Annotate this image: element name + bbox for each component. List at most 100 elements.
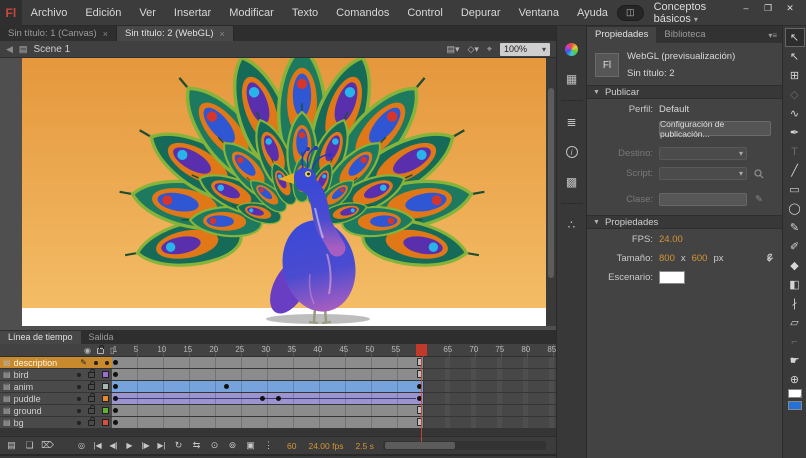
- modify-markers-button[interactable]: ⋮: [261, 440, 276, 451]
- stroke-color-swatch[interactable]: [787, 389, 802, 398]
- current-frame-value[interactable]: 60: [287, 441, 296, 451]
- layer-name[interactable]: bg: [14, 418, 24, 428]
- visibility-dot[interactable]: [77, 372, 81, 377]
- playhead-marker[interactable]: [415, 344, 427, 356]
- menu-ayuda[interactable]: Ayuda: [568, 0, 617, 26]
- tab-linea-de-tiempo[interactable]: Línea de tiempo: [0, 331, 81, 344]
- oval-tool[interactable]: ◯: [785, 199, 805, 218]
- paint-bucket-tool[interactable]: ◧: [785, 275, 805, 294]
- restore-button[interactable]: ❐: [758, 0, 778, 16]
- delete-layer-button[interactable]: ⌦: [40, 440, 55, 451]
- free-transform-tool[interactable]: ⊞: [785, 66, 805, 85]
- layer-name[interactable]: anim: [14, 382, 34, 392]
- lock-icon[interactable]: [88, 416, 95, 426]
- lock-icon[interactable]: [88, 404, 95, 414]
- brush-tool[interactable]: ✐: [785, 237, 805, 256]
- stage-canvas[interactable]: [22, 58, 546, 326]
- menu-modificar[interactable]: Modificar: [220, 0, 283, 26]
- edit-symbol-button[interactable]: ◇▾: [467, 44, 478, 55]
- menu-ventana[interactable]: Ventana: [510, 0, 568, 26]
- lasso-tool[interactable]: ∿: [785, 104, 805, 123]
- tab-biblioteca[interactable]: Biblioteca: [656, 27, 713, 43]
- color-panel-icon[interactable]: [562, 40, 582, 58]
- eraser-tool[interactable]: ▱: [785, 313, 805, 332]
- lock-icon[interactable]: [88, 380, 95, 390]
- frame-rate-value[interactable]: 24.00 fps: [308, 441, 343, 451]
- go-last-frame-button[interactable]: ▶|: [155, 441, 168, 450]
- properties-section-header[interactable]: ▼ Propiedades: [587, 215, 782, 229]
- line-tool[interactable]: ╱: [785, 161, 805, 180]
- timeline-layer-row-puddle[interactable]: ▤ puddle: [0, 392, 556, 405]
- menu-comandos[interactable]: Comandos: [327, 0, 398, 26]
- zoom-tool[interactable]: ⊕: [785, 370, 805, 389]
- publish-section-header[interactable]: ▼ Publicar: [587, 85, 782, 99]
- zoom-select[interactable]: 100% ▾: [500, 42, 550, 56]
- fps-value[interactable]: 24.00: [659, 234, 683, 245]
- scene-label[interactable]: Scene 1: [33, 44, 70, 55]
- visibility-dot[interactable]: [94, 360, 98, 365]
- menu-control[interactable]: Control: [398, 0, 451, 26]
- menu-texto[interactable]: Texto: [283, 0, 327, 26]
- close-icon[interactable]: ×: [103, 29, 108, 39]
- edit-multiple-frames-button[interactable]: ▣: [243, 440, 258, 451]
- go-first-frame-button[interactable]: |◀: [91, 441, 104, 450]
- lock-icon[interactable]: [88, 368, 95, 378]
- minimize-button[interactable]: –: [736, 0, 756, 16]
- menu-ver[interactable]: Ver: [130, 0, 165, 26]
- timeline-layer-row-description[interactable]: ▤ description ✎: [0, 357, 556, 369]
- timeline-layer-row-anim[interactable]: ▤ anim: [0, 380, 556, 393]
- selection-tool[interactable]: ↖: [784, 28, 805, 47]
- tab-salida[interactable]: Salida: [81, 331, 122, 344]
- layer-name[interactable]: description: [14, 358, 58, 368]
- workspace-switcher[interactable]: Conceptos básicos ▾: [654, 1, 726, 25]
- lock-all-icon[interactable]: [96, 344, 104, 354]
- menu-insertar[interactable]: Insertar: [165, 0, 220, 26]
- ink-bottle-tool[interactable]: ◆: [785, 256, 805, 275]
- new-folder-button[interactable]: ❏: [22, 440, 37, 451]
- layer-name[interactable]: bird: [14, 370, 29, 380]
- center-stage-button[interactable]: ⌖: [487, 44, 492, 55]
- play-button[interactable]: ▶: [123, 441, 136, 450]
- publish-settings-button[interactable]: Configuración de publicación...: [659, 119, 771, 139]
- transform-panel-icon[interactable]: ▩: [562, 173, 582, 191]
- fill-color-swatch[interactable]: [787, 401, 802, 410]
- stage-vertical-scrollbar[interactable]: [546, 58, 556, 326]
- close-icon[interactable]: ×: [220, 29, 225, 39]
- loop-button[interactable]: ↻: [171, 440, 186, 451]
- lock-icon[interactable]: [88, 392, 95, 402]
- close-button[interactable]: ✕: [780, 0, 800, 16]
- layer-name[interactable]: puddle: [14, 394, 41, 404]
- loop-range-button[interactable]: ⇆: [189, 440, 204, 451]
- tab-propiedades[interactable]: Propiedades: [587, 27, 657, 43]
- align-panel-icon[interactable]: ≣: [562, 113, 582, 131]
- stage-height-value[interactable]: 600: [692, 253, 708, 264]
- swatches-panel-icon[interactable]: ▦: [562, 70, 582, 88]
- menu-archivo[interactable]: Archivo: [22, 0, 77, 26]
- 3d-rotation-tool[interactable]: ◇: [785, 85, 805, 104]
- onion-outline-button[interactable]: ⊚: [225, 440, 240, 451]
- rectangle-tool[interactable]: ▭: [785, 180, 805, 199]
- back-arrow-icon[interactable]: ◀: [6, 44, 13, 55]
- onion-skin-button[interactable]: ⊙: [207, 440, 222, 451]
- hand-tool[interactable]: ☛: [785, 351, 805, 370]
- workspace-toggle-icon[interactable]: ◫: [616, 4, 644, 21]
- timeline-layer-row-bird[interactable]: ▤ bird: [0, 368, 556, 381]
- stage-width-value[interactable]: 800: [659, 253, 675, 264]
- text-tool[interactable]: T: [785, 142, 805, 161]
- timeline-layer-row-ground[interactable]: ▤ ground: [0, 404, 556, 417]
- new-layer-button[interactable]: ▤: [4, 440, 19, 451]
- panel-menu-icon[interactable]: ▾≡: [763, 31, 782, 43]
- menu-depurar[interactable]: Depurar: [452, 0, 510, 26]
- show-hide-all-icon[interactable]: ◉: [84, 346, 91, 355]
- menu-edición[interactable]: Edición: [76, 0, 130, 26]
- center-frame-button[interactable]: ◎: [75, 441, 88, 450]
- layer-name[interactable]: ground: [14, 406, 42, 416]
- timeline-horizontal-scrollbar[interactable]: [382, 441, 546, 450]
- lock-dot[interactable]: [105, 360, 109, 365]
- document-tab-1[interactable]: Sin título: 1 (Canvas) ×: [0, 26, 117, 41]
- step-forward-button[interactable]: |▶: [139, 441, 152, 450]
- visibility-dot[interactable]: [77, 408, 81, 413]
- timeline-layer-row-bg[interactable]: ▤ bg: [0, 416, 556, 429]
- stage-color-swatch[interactable]: [659, 271, 685, 284]
- visibility-dot[interactable]: [77, 420, 81, 425]
